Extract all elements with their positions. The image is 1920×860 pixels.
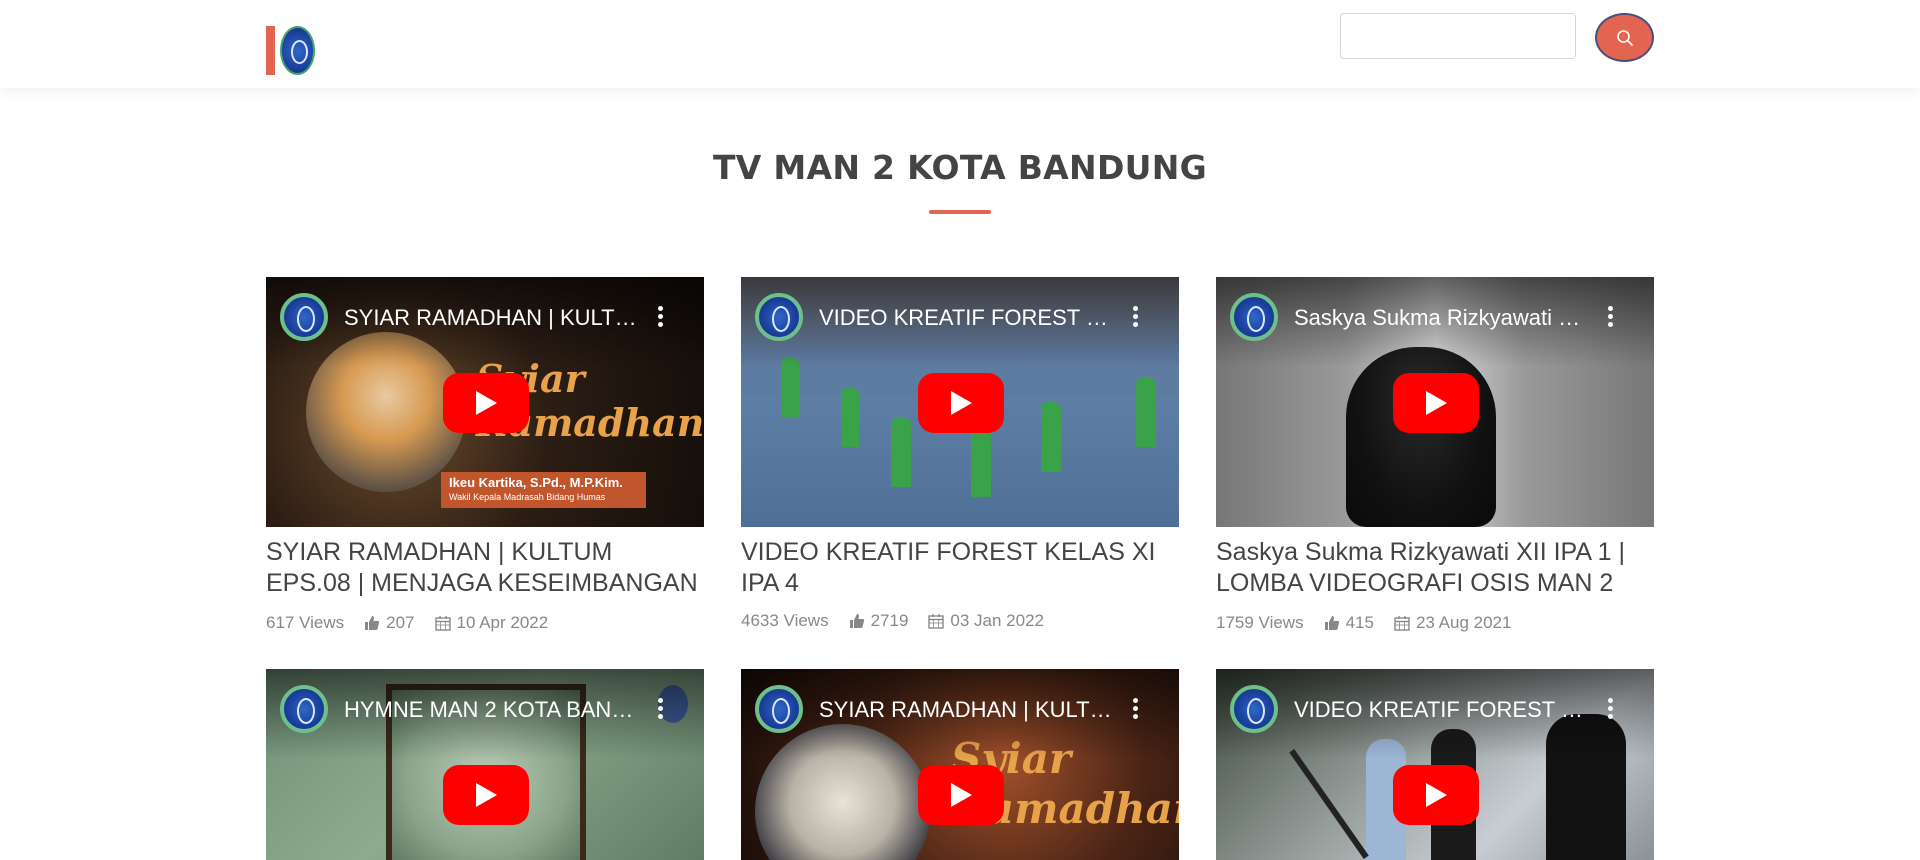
play-icon [476,783,497,807]
search-input[interactable] [1340,13,1576,59]
like-count: 2719 [849,611,908,631]
youtube-video-title[interactable]: VIDEO KREATIF FOREST KELAS XI IPA 4 [819,305,1119,331]
channel-avatar-icon[interactable] [1230,293,1278,341]
play-icon [951,391,972,415]
channel-avatar-icon[interactable] [1230,685,1278,733]
search-button[interactable] [1595,13,1654,62]
play-button[interactable] [1393,373,1479,433]
publish-date: 23 Aug 2021 [1394,613,1511,633]
video-title[interactable]: Saskya Sukma Rizkyawati XII IPA 1 | LOMB… [1216,537,1654,599]
video-thumbnail[interactable]: VIDEO KREATIF FOREST KELAS [1216,669,1654,860]
thumbs-up-icon [365,616,380,630]
video-thumbnail[interactable]: VIDEO KREATIF FOREST KELAS XI IPA 4 [741,277,1179,527]
dancer-figure [971,427,991,497]
play-button[interactable] [918,373,1004,433]
play-icon [1426,783,1447,807]
more-options-icon[interactable] [1125,695,1145,725]
title-underline [929,210,991,214]
thumbs-up-icon [849,614,864,628]
calendar-icon [928,614,945,629]
video-thumbnail[interactable]: Saskya Sukma Rizkyawati XII IPA 1 | LOMB… [1216,277,1654,527]
view-count: 4633 Views [741,611,829,630]
school-emblem-icon [280,26,315,75]
view-count: 617 Views [266,613,345,632]
video-title[interactable]: VIDEO KREATIF FOREST KELAS XI IPA 4 [741,537,1179,599]
dancer-figure [841,387,859,447]
video-title[interactable]: SYIAR RAMADHAN | KULTUM EPS.08 | MENJAGA… [266,537,704,599]
dancer-figure [1136,377,1156,447]
youtube-video-title[interactable]: VIDEO KREATIF FOREST KELAS [1294,697,1594,723]
more-options-icon[interactable] [1600,303,1620,333]
more-options-icon[interactable] [1600,695,1620,725]
publish-date: 10 Apr 2022 [434,613,548,633]
play-icon [951,783,972,807]
more-options-icon[interactable] [650,303,670,333]
video-thumbnail[interactable]: Syiar Ramadhan Ikeu Kartika, S.Pd., M.P.… [266,277,704,527]
calendar-icon [1394,616,1410,631]
like-count: 415 [1324,613,1374,633]
more-options-icon[interactable] [1125,303,1145,333]
play-icon [476,391,497,415]
channel-avatar-icon[interactable] [280,685,328,733]
dancer-figure [1041,402,1061,472]
logo-accent-bar [266,26,275,75]
video-card: Syiar Ramadhan Ikeu Kartika, S.Pd., M.P.… [266,277,704,633]
video-card: Saskya Sukma Rizkyawati XII IPA 1 | LOMB… [1216,277,1654,633]
play-button[interactable] [443,765,529,825]
site-logo[interactable] [266,26,315,75]
video-thumbnail[interactable]: Syiar Ramadhan SYIAR RAMADHAN | KULTUM [741,669,1179,860]
view-count: 1759 Views [1216,613,1304,632]
play-button[interactable] [443,373,529,433]
video-meta: 1759 Views 415 23 Aug 2021 [1216,613,1654,633]
section-title: TV MAN 2 KOTA BANDUNG [712,148,1208,187]
like-count: 207 [364,613,415,633]
play-icon [1426,391,1447,415]
play-button[interactable] [918,765,1004,825]
video-meta: 617 Views 207 10 Apr 2022 [266,613,704,633]
publish-date: 03 Jan 2022 [928,611,1044,631]
youtube-video-title[interactable]: Saskya Sukma Rizkyawati XII IPA 1 | LOMB… [1294,305,1594,331]
youtube-video-title[interactable]: SYIAR RAMADHAN | KULTUM EPS.08 | MENJAGA… [344,305,644,331]
video-card: VIDEO KREATIF FOREST KELAS [1216,669,1654,860]
caption-box: Ikeu Kartika, S.Pd., M.P.Kim. Wakil Kepa… [441,472,646,508]
dancer-figure [891,417,911,487]
calendar-icon [434,616,451,631]
channel-avatar-icon[interactable] [755,685,803,733]
site-header [0,0,1920,88]
more-options-icon[interactable] [650,695,670,725]
channel-avatar-icon[interactable] [280,293,328,341]
youtube-video-title[interactable]: SYIAR RAMADHAN | KULTUM [819,697,1119,723]
caption-role: Wakil Kepala Madrasah Bidang Humas [449,492,606,502]
video-card: Syiar Ramadhan SYIAR RAMADHAN | KULTUM [741,669,1179,860]
video-card: HYMNE MAN 2 KOTA BANDUNG [266,669,704,860]
search-icon [1616,29,1633,46]
play-button[interactable] [1393,765,1479,825]
video-thumbnail[interactable]: HYMNE MAN 2 KOTA BANDUNG [266,669,704,860]
thumbs-up-icon [1324,616,1339,630]
microphone-stand [1289,749,1369,859]
channel-avatar-icon[interactable] [755,293,803,341]
caption-name: Ikeu Kartika, S.Pd., M.P.Kim. [449,475,623,490]
youtube-video-title[interactable]: HYMNE MAN 2 KOTA BANDUNG [344,697,644,723]
video-meta: 4633 Views 2719 03 Jan 2022 [741,611,1179,631]
video-card: VIDEO KREATIF FOREST KELAS XI IPA 4 VIDE… [741,277,1179,631]
